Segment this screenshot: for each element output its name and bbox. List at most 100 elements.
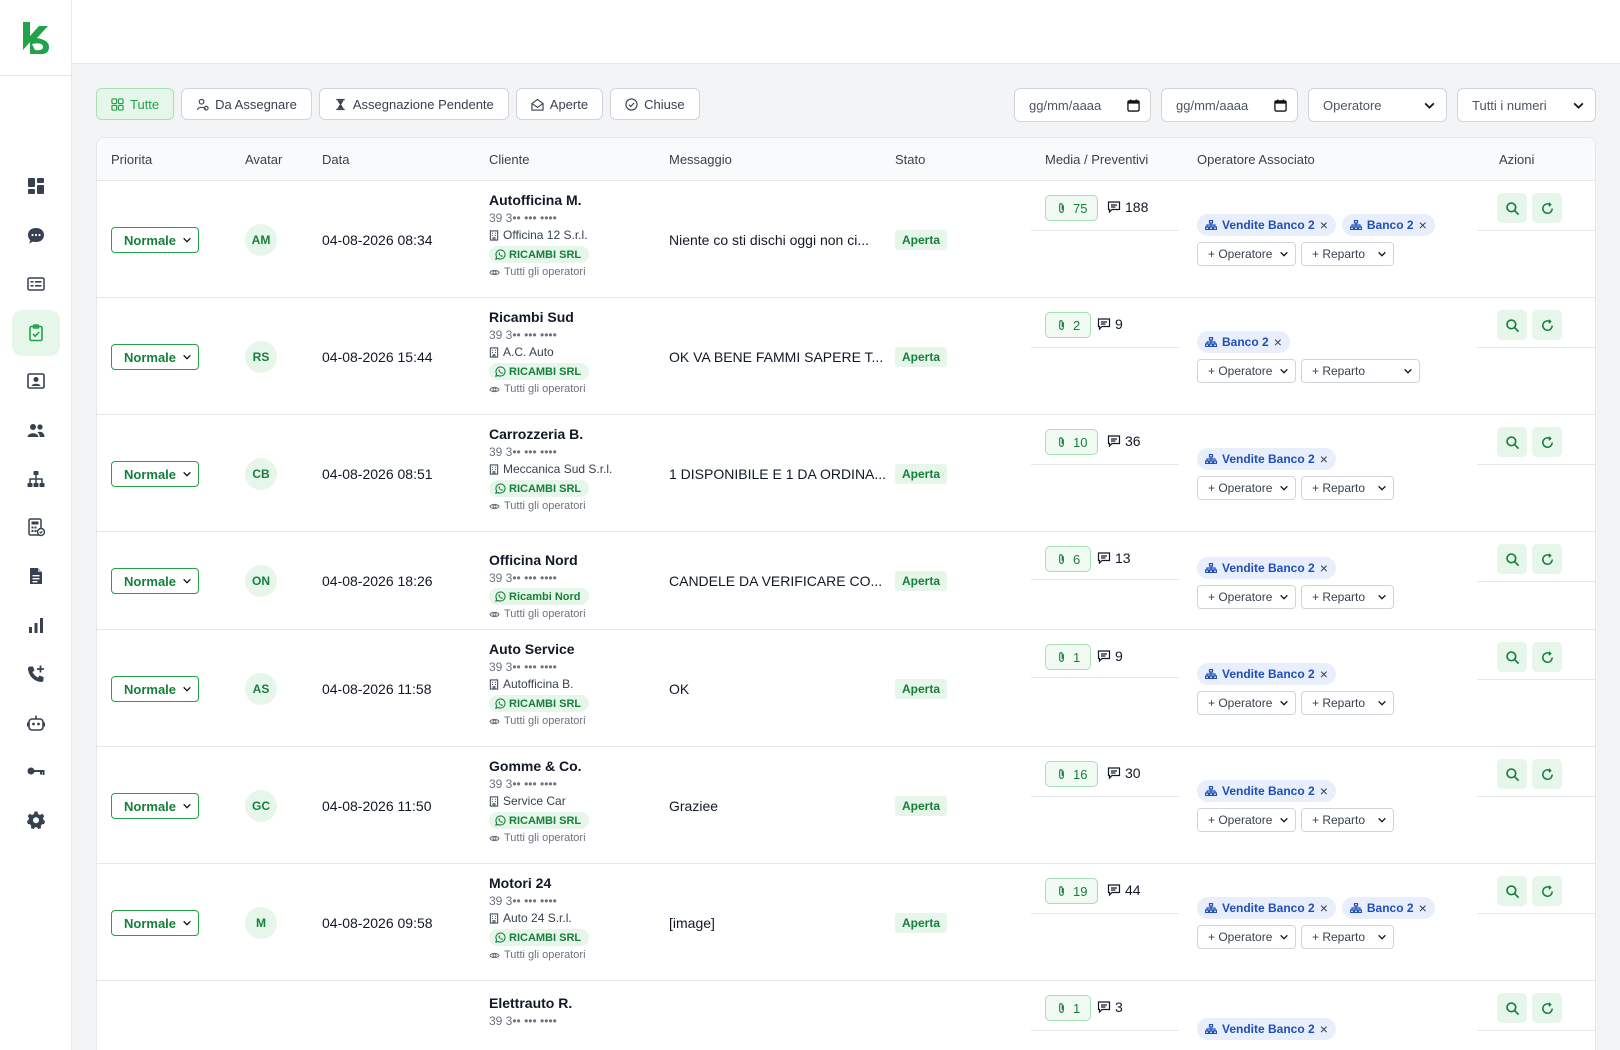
sidebar-item-clipboard-check[interactable]	[12, 310, 60, 356]
table-row[interactable]: Normale ON 04-08-2026 18:26 Officina Nord 39…	[97, 532, 1595, 630]
refresh-ticket-button[interactable]	[1532, 642, 1562, 672]
remove-tag-icon[interactable]: ×	[1320, 560, 1328, 576]
refresh-ticket-button[interactable]	[1532, 544, 1562, 574]
client-name[interactable]: Carrozzeria B.	[489, 425, 612, 443]
client-name[interactable]: Elettrauto R.	[489, 994, 572, 1012]
last-message[interactable]: CANDELE DA VERIFICARE CO...	[669, 573, 882, 589]
last-message[interactable]: Niente co sti dischi oggi non ci...	[669, 232, 869, 248]
col-cliente[interactable]: Cliente	[489, 152, 529, 167]
add-operator-select[interactable]: + Operatore	[1197, 808, 1296, 832]
attachments-button[interactable]: 16	[1045, 761, 1099, 787]
col-operatore[interactable]: Operatore Associato	[1197, 152, 1315, 167]
add-department-select[interactable]: + Reparto	[1301, 359, 1420, 383]
calendar-icon[interactable]	[1274, 98, 1287, 112]
attachments-button[interactable]: 1	[1045, 995, 1092, 1021]
table-row[interactable]: Normale CB 04-08-2026 08:51 Carrozzeria B. 3…	[97, 415, 1595, 532]
add-department-select[interactable]: + Reparto	[1301, 585, 1394, 609]
priority-select[interactable]: Normale	[111, 910, 199, 936]
table-row[interactable]: Normale AM 04-08-2026 08:34 Autofficina M. 3…	[97, 181, 1595, 298]
attachments-button[interactable]: 2	[1045, 312, 1092, 338]
add-department-select[interactable]: + Reparto	[1301, 691, 1394, 715]
calendar-icon[interactable]	[1127, 98, 1140, 112]
client-name[interactable]: Motori 24	[489, 874, 589, 892]
priority-select[interactable]: Normale	[111, 344, 199, 370]
view-ticket-button[interactable]	[1497, 759, 1527, 789]
filter-tab-tutte[interactable]: Tutte	[96, 88, 175, 120]
view-ticket-button[interactable]	[1497, 876, 1527, 906]
quotes-count[interactable]: 30	[1107, 765, 1141, 781]
priority-select[interactable]: Normale	[111, 568, 199, 594]
date-to-input[interactable]: gg/mm/aaaa	[1161, 88, 1298, 122]
remove-tag-icon[interactable]: ×	[1274, 334, 1282, 350]
sidebar-item-tickets[interactable]	[12, 261, 60, 307]
filter-tab-aperte[interactable]: Aperte	[515, 88, 604, 120]
add-operator-select[interactable]: + Operatore	[1197, 585, 1296, 609]
filter-tab-assegnazione-pendente[interactable]: Assegnazione Pendente	[318, 88, 509, 120]
remove-tag-icon[interactable]: ×	[1320, 217, 1328, 233]
view-ticket-button[interactable]	[1497, 993, 1527, 1023]
date-from-input[interactable]: gg/mm/aaaa	[1014, 88, 1151, 122]
last-message[interactable]: 1 DISPONIBILE E 1 DA ORDINA...	[669, 466, 886, 482]
remove-tag-icon[interactable]: ×	[1320, 666, 1328, 682]
sidebar-item-dashboard[interactable]	[12, 163, 60, 209]
sidebar-item-chat[interactable]	[12, 213, 60, 259]
view-ticket-button[interactable]	[1497, 427, 1527, 457]
last-message[interactable]: OK VA BENE FAMMI SAPERE T...	[669, 349, 883, 365]
add-operator-select[interactable]: + Operatore	[1197, 476, 1296, 500]
quotes-count[interactable]: 9	[1097, 316, 1123, 332]
remove-tag-icon[interactable]: ×	[1419, 900, 1427, 916]
col-media[interactable]: Media / Preventivi	[1045, 152, 1148, 167]
client-name[interactable]: Autofficina M.	[489, 191, 589, 209]
priority-select[interactable]: Normale	[111, 461, 199, 487]
refresh-ticket-button[interactable]	[1532, 993, 1562, 1023]
quotes-count[interactable]: 13	[1097, 550, 1131, 566]
sidebar-item-gear[interactable]	[12, 797, 60, 843]
table-row[interactable]: Normale M 04-08-2026 09:58 Motori 24 39 3•• …	[97, 864, 1595, 981]
col-priorita[interactable]: Priorita	[111, 152, 152, 167]
remove-tag-icon[interactable]: ×	[1419, 217, 1427, 233]
sidebar-item-contact-card[interactable]	[12, 358, 60, 404]
add-operator-select[interactable]: + Operatore	[1197, 359, 1296, 383]
attachments-button[interactable]: 10	[1045, 429, 1099, 455]
remove-tag-icon[interactable]: ×	[1320, 783, 1328, 799]
add-department-select[interactable]: + Reparto	[1301, 925, 1394, 949]
sidebar-item-key[interactable]	[12, 748, 60, 794]
priority-select[interactable]: Normale	[111, 676, 199, 702]
refresh-ticket-button[interactable]	[1532, 759, 1562, 789]
sidebar-item-calculator[interactable]	[12, 504, 60, 550]
app-logo[interactable]	[0, 0, 71, 76]
table-row[interactable]: Normale RS 04-08-2026 15:44 Ricambi Sud 39 3…	[97, 298, 1595, 415]
attachments-button[interactable]: 75	[1045, 195, 1099, 221]
priority-select[interactable]: Normale	[111, 227, 199, 253]
col-data[interactable]: Data	[322, 152, 349, 167]
attachments-button[interactable]: 6	[1045, 546, 1092, 572]
sidebar-item-bar-chart[interactable]	[12, 602, 60, 648]
quotes-count[interactable]: 36	[1107, 433, 1141, 449]
add-department-select[interactable]: + Reparto	[1301, 808, 1394, 832]
client-name[interactable]: Gomme & Co.	[489, 757, 589, 775]
numbers-select[interactable]: Tutti i numeri	[1457, 88, 1596, 122]
add-operator-select[interactable]: + Operatore	[1197, 691, 1296, 715]
table-row[interactable]: Elettrauto R. 39 3•• ••• •••• 1 3 Vendite Ba…	[97, 981, 1595, 1050]
last-message[interactable]: [image]	[669, 915, 715, 931]
quotes-count[interactable]: 9	[1097, 648, 1123, 664]
col-messaggio[interactable]: Messaggio	[669, 152, 732, 167]
table-row[interactable]: Normale AS 04-08-2026 11:58 Auto Service 39 …	[97, 630, 1595, 747]
add-operator-select[interactable]: + Operatore	[1197, 925, 1296, 949]
refresh-ticket-button[interactable]	[1532, 310, 1562, 340]
last-message[interactable]: Graziee	[669, 798, 718, 814]
quotes-count[interactable]: 3	[1097, 999, 1123, 1015]
refresh-ticket-button[interactable]	[1532, 427, 1562, 457]
quotes-count[interactable]: 44	[1107, 882, 1141, 898]
operator-select[interactable]: Operatore	[1308, 88, 1447, 122]
sidebar-item-users[interactable]	[12, 407, 60, 453]
col-azioni[interactable]: Azioni	[1499, 152, 1534, 167]
sidebar-item-hierarchy[interactable]	[12, 456, 60, 502]
remove-tag-icon[interactable]: ×	[1320, 1021, 1328, 1037]
sidebar-item-phone-add[interactable]	[12, 651, 60, 697]
add-department-select[interactable]: + Reparto	[1301, 476, 1394, 500]
col-avatar[interactable]: Avatar	[245, 152, 282, 167]
priority-select[interactable]: Normale	[111, 793, 199, 819]
remove-tag-icon[interactable]: ×	[1320, 900, 1328, 916]
col-stato[interactable]: Stato	[895, 152, 925, 167]
